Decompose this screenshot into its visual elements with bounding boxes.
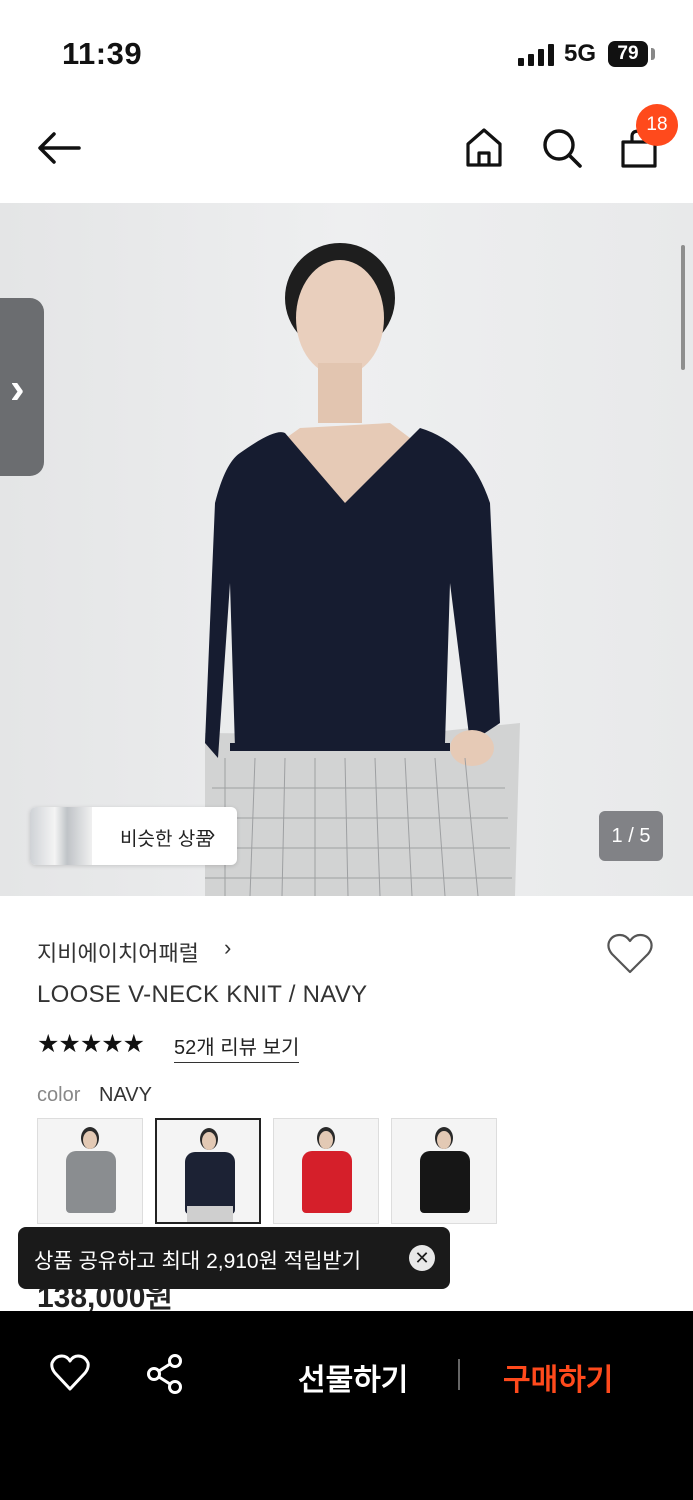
scrollbar[interactable] bbox=[681, 245, 685, 370]
chevron-right-icon: › bbox=[10, 364, 25, 413]
reviews-link[interactable]: 52개 리뷰 보기 bbox=[174, 1031, 300, 1063]
network-label: 5G bbox=[564, 40, 597, 67]
home-icon[interactable] bbox=[464, 126, 504, 168]
rating-stars-icon: ★★★★★ bbox=[37, 1030, 145, 1058]
search-icon[interactable] bbox=[541, 127, 583, 169]
battery-icon: 79 bbox=[608, 41, 648, 67]
color-swatch-gray[interactable] bbox=[37, 1118, 143, 1224]
bottom-action-bar bbox=[0, 1311, 693, 1500]
close-icon[interactable]: ✕ bbox=[409, 1245, 435, 1271]
buy-button[interactable]: 구매하기 bbox=[503, 1355, 613, 1399]
similar-products-label: 비슷한 상품 bbox=[120, 829, 213, 850]
brand-link[interactable]: 지비에이치어패럴 bbox=[37, 936, 199, 968]
similar-products-button[interactable]: 비슷한 상품 › bbox=[30, 807, 237, 865]
chevron-right-icon: › bbox=[224, 935, 232, 960]
gift-button[interactable]: 선물하기 bbox=[298, 1355, 408, 1399]
cart-count-badge: 18 bbox=[636, 104, 678, 146]
color-swatch-black[interactable] bbox=[391, 1118, 497, 1224]
toast-text: 상품 공유하고 최대 2,910원 적립받기 bbox=[34, 1250, 362, 1273]
product-title: LOOSE V-NECK KNIT / NAVY bbox=[37, 981, 368, 1008]
signal-icon bbox=[518, 44, 554, 66]
product-image[interactable] bbox=[0, 203, 693, 896]
wishlist-heart-icon[interactable] bbox=[606, 932, 654, 976]
color-swatch-navy[interactable] bbox=[155, 1118, 261, 1224]
image-pager: 1 / 5 bbox=[599, 811, 663, 861]
status-time: 11:39 bbox=[62, 36, 143, 71]
divider bbox=[458, 1359, 460, 1390]
color-value: NAVY bbox=[99, 1084, 152, 1106]
color-label: color bbox=[37, 1084, 81, 1106]
model-illustration bbox=[205, 243, 520, 896]
chevron-right-icon: › bbox=[208, 821, 216, 846]
similar-products-thumbnail bbox=[30, 807, 92, 865]
color-swatch-red[interactable] bbox=[273, 1118, 379, 1224]
heart-icon[interactable] bbox=[50, 1354, 90, 1392]
share-icon[interactable] bbox=[146, 1354, 184, 1394]
battery-tip bbox=[651, 48, 655, 60]
back-arrow-icon[interactable] bbox=[36, 128, 82, 168]
